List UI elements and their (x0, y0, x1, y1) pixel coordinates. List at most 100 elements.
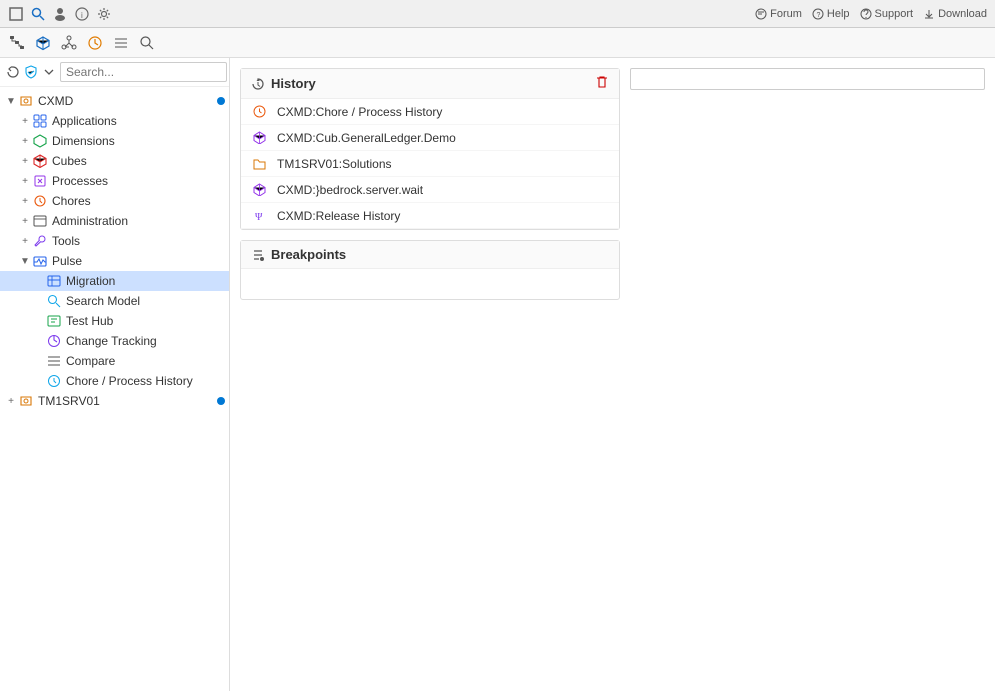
pulse-icon (32, 253, 48, 269)
sidebar-item-processes[interactable]: + Processes (0, 171, 229, 191)
searchmodel-icon (46, 293, 62, 309)
sidebar-tree: ▼ CXMD + Applications + (0, 87, 229, 691)
magnify-icon[interactable] (30, 6, 46, 22)
sidebar-item-tools[interactable]: + Tools (0, 231, 229, 251)
processes-icon (32, 173, 48, 189)
sidebar-label-chores: Chores (52, 194, 91, 208)
sidebar-item-compare[interactable]: + Compare (0, 351, 229, 371)
breakpoints-section: Breakpoints (240, 240, 620, 300)
right-panel (620, 68, 985, 681)
chevron-down-icon[interactable] (42, 63, 56, 81)
sidebar-label-searchmodel: Search Model (66, 294, 140, 308)
download-link[interactable]: Download (923, 8, 987, 20)
history-header: History (241, 69, 619, 99)
search-toolbar-icon[interactable] (136, 32, 158, 54)
tools-icon (32, 233, 48, 249)
sidebar-item-dimensions[interactable]: + Dimensions (0, 131, 229, 151)
sidebar-label-cubes: Cubes (52, 154, 87, 168)
square-icon[interactable] (8, 6, 24, 22)
top-toolbar-right: Forum ? Help Support Download (755, 8, 987, 20)
sidebar-label-tools: Tools (52, 234, 80, 248)
sidebar-item-migration[interactable]: + Migration (0, 271, 229, 291)
changetrack-icon (46, 333, 62, 349)
history-item-3[interactable]: TM1SRV01:Solutions 🗑 (241, 151, 619, 177)
breakpoints-header: Breakpoints (241, 241, 619, 269)
tm1srv-icon (18, 393, 34, 409)
sidebar-label-pulse: Pulse (52, 254, 82, 268)
cxmd-status-dot (217, 97, 225, 105)
history-item-2[interactable]: CXMD:Cub.GeneralLedger.Demo 🗑 (241, 125, 619, 151)
tm1srv01-status-dot (217, 397, 225, 405)
sidebar-label-cxmd: CXMD (38, 94, 73, 108)
history-section: History CXMD:Chore / Process History 🗑 (240, 68, 620, 230)
sidebar-label-applications: Applications (52, 114, 117, 128)
top-toolbar: i Forum ? Help Support Download (0, 0, 995, 28)
history-clear-button[interactable] (595, 75, 609, 92)
administration-icon (32, 213, 48, 229)
support-link[interactable]: Support (860, 8, 914, 20)
left-panel: History CXMD:Chore / Process History 🗑 (240, 68, 620, 681)
sidebar-item-tm1srv01[interactable]: + TM1SRV01 (0, 391, 229, 411)
breakpoints-title: Breakpoints (251, 247, 346, 262)
right-input-bar (630, 68, 985, 90)
user-icon[interactable] (52, 6, 68, 22)
sidebar-label-processes: Processes (52, 174, 108, 188)
svg-text:i: i (81, 11, 83, 20)
sidebar-label-changetracking: Change Tracking (66, 334, 157, 348)
migration-icon (46, 273, 62, 289)
cubes-icon (32, 153, 48, 169)
shield-icon[interactable] (24, 63, 38, 81)
sidebar-item-cxmd[interactable]: ▼ CXMD (0, 91, 229, 111)
sidebar-item-chores[interactable]: + Chores (0, 191, 229, 211)
chores-icon (32, 193, 48, 209)
history-item-5[interactable]: Ψ CXMD:Release History 🗑 (241, 203, 619, 229)
sidebar-label-compare: Compare (66, 354, 115, 368)
sidebar-label-migration: Migration (66, 274, 115, 288)
settings-icon[interactable] (96, 6, 112, 22)
sidebar-search-bar: ✕ (0, 58, 229, 87)
sidebar-item-testhub[interactable]: + Test Hub (0, 311, 229, 331)
info-icon[interactable]: i (74, 6, 90, 22)
search-input[interactable] (60, 62, 227, 82)
breakpoints-content (241, 269, 619, 299)
main-layout: ✕ ▼ CXMD + Applicatio (0, 58, 995, 691)
sidebar-item-applications[interactable]: + Applications (0, 111, 229, 131)
chore-hist-icon (46, 373, 62, 389)
help-link[interactable]: ? Help (812, 8, 850, 20)
sidebar-item-changetracking[interactable]: + Change Tracking (0, 331, 229, 351)
history-item-1[interactable]: CXMD:Chore / Process History 🗑 (241, 99, 619, 125)
hist-psi-icon: Ψ (251, 208, 267, 224)
sidebar-label-dimensions: Dimensions (52, 134, 115, 148)
sidebar-item-chorehistory[interactable]: + Chore / Process History (0, 371, 229, 391)
sidebar-item-cubes[interactable]: + Cubes (0, 151, 229, 171)
top-toolbar-left: i (8, 6, 112, 22)
svg-text:Ψ: Ψ (255, 212, 263, 222)
hist-folder-icon (251, 156, 267, 172)
sidebar: ✕ ▼ CXMD + Applicatio (0, 58, 230, 691)
cxmd-icon (18, 93, 34, 109)
applications-icon (32, 113, 48, 129)
content-area: History CXMD:Chore / Process History 🗑 (230, 58, 995, 691)
testhub-icon (46, 313, 62, 329)
svg-text:?: ? (816, 12, 820, 19)
sidebar-item-administration[interactable]: + Administration (0, 211, 229, 231)
sidebar-label-administration: Administration (52, 214, 128, 228)
right-search-input[interactable] (630, 68, 985, 90)
history-item-4[interactable]: CXMD:}bedrock.server.wait 🗑 (241, 177, 619, 203)
hierarchy-icon[interactable] (6, 32, 28, 54)
clock-toolbar-icon[interactable] (84, 32, 106, 54)
forum-link[interactable]: Forum (755, 8, 802, 20)
hierarchy2-icon[interactable] (58, 32, 80, 54)
sidebar-label-chorehistory: Chore / Process History (66, 374, 193, 388)
sidebar-label-tm1srv01: TM1SRV01 (38, 394, 100, 408)
sidebar-item-pulse[interactable]: ▼ Pulse (0, 251, 229, 271)
compare-icon (46, 353, 62, 369)
hist-cube-icon (251, 130, 267, 146)
list-toolbar-icon[interactable] (110, 32, 132, 54)
hist-cube2-icon (251, 182, 267, 198)
reload-icon[interactable] (6, 63, 20, 81)
history-title: History (251, 76, 316, 91)
cube-small-icon[interactable] (32, 32, 54, 54)
hist-clock-icon (251, 104, 267, 120)
sidebar-item-searchmodel[interactable]: + Search Model (0, 291, 229, 311)
